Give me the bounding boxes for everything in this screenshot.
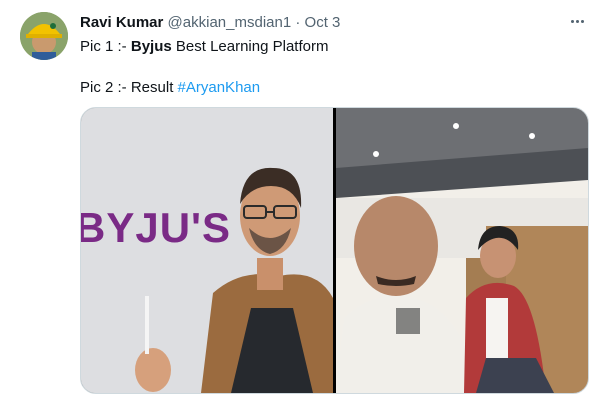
media-image-2[interactable] [336,108,588,393]
separator-dot: · [295,14,301,31]
tweet[interactable]: Ravi Kumar @akkian_msdian1 · Oct 3 Pic 1… [0,0,602,400]
tweet-date[interactable]: Oct 3 [305,14,341,31]
tweet-header: Ravi Kumar @akkian_msdian1 · Oct 3 [80,14,340,31]
avatar[interactable] [20,12,68,60]
more-options-icon[interactable] [566,10,588,32]
media-image-2-art [336,108,588,393]
author-handle[interactable]: @akkian_msdian1 [168,14,292,31]
line1-bold: Byjus [130,38,172,55]
media-image-1[interactable]: BYJU'S [81,108,333,393]
media-grid: BYJU'S [80,107,589,394]
tweet-text-line2: Pic 2 :- Result #AryanKhan [80,79,260,96]
byjus-brand-text: BYJU'S [81,204,232,251]
author-name[interactable]: Ravi Kumar [80,14,163,31]
line2-prefix: Pic 2 :- Result [80,79,178,96]
hashtag-link[interactable]: #AryanKhan [178,79,261,96]
line1-suffix: Best Learning Platform [171,38,329,55]
line1-prefix: Pic 1 :- [80,38,131,55]
tweet-text-line1: Pic 1 :- Byjus Best Learning Platform [80,38,328,55]
avatar-image [20,12,68,60]
